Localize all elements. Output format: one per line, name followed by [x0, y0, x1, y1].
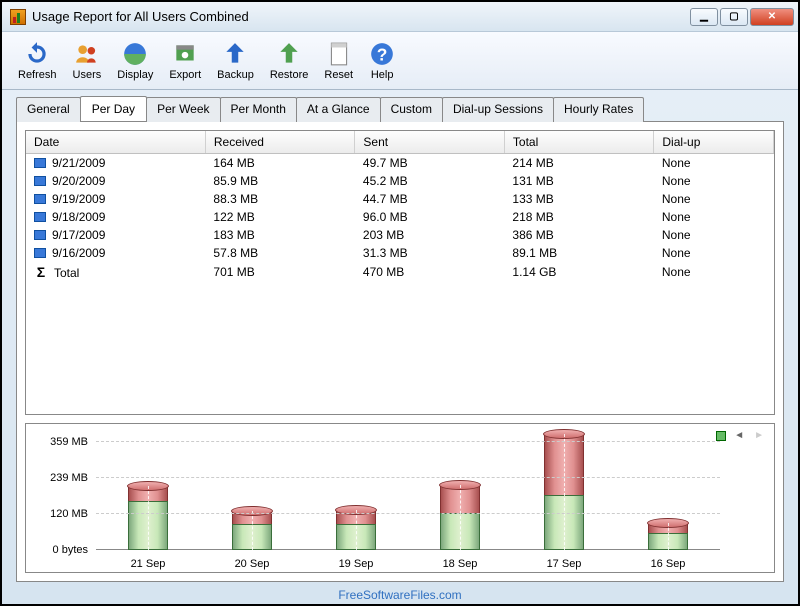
- chart-bars: [96, 430, 720, 550]
- tab-hourly-rates[interactable]: Hourly Rates: [553, 97, 644, 122]
- export-icon: [172, 41, 198, 67]
- tab-per-day[interactable]: Per Day: [80, 96, 147, 121]
- table-row[interactable]: 9/18/2009122 MB96.0 MB218 MBNone: [26, 208, 774, 226]
- table-row[interactable]: 9/16/200957.8 MB31.3 MB89.1 MBNone: [26, 244, 774, 262]
- bar[interactable]: [200, 430, 304, 550]
- table-row[interactable]: 9/17/2009183 MB203 MB386 MBNone: [26, 226, 774, 244]
- window-controls: ▁ ▢ ✕: [690, 8, 794, 26]
- table-row[interactable]: 9/21/2009164 MB49.7 MB214 MBNone: [26, 154, 774, 173]
- reset-label: Reset: [324, 69, 353, 81]
- watermark: FreeSoftwareFiles.com: [2, 586, 798, 604]
- row-icon: [34, 230, 46, 240]
- backup-label: Backup: [217, 69, 254, 81]
- col-total[interactable]: Total: [504, 131, 654, 154]
- x-tick-label: 19 Sep: [304, 558, 408, 570]
- col-received[interactable]: Received: [205, 131, 355, 154]
- x-tick-label: 17 Sep: [512, 558, 616, 570]
- table-row[interactable]: 9/19/200988.3 MB44.7 MB133 MBNone: [26, 190, 774, 208]
- x-tick-label: 21 Sep: [96, 558, 200, 570]
- users-label: Users: [73, 69, 102, 81]
- col-dial-up[interactable]: Dial-up: [654, 131, 774, 154]
- x-tick-label: 20 Sep: [200, 558, 304, 570]
- bar[interactable]: [304, 430, 408, 550]
- refresh-icon: [24, 41, 50, 67]
- help-icon: ?: [369, 41, 395, 67]
- row-icon: [34, 212, 46, 222]
- help-label: Help: [371, 69, 394, 81]
- toolbar: Refresh Users Display Export Backup Rest…: [2, 32, 798, 90]
- users-icon: [74, 41, 100, 67]
- close-button[interactable]: ✕: [750, 8, 794, 26]
- x-axis-labels: 21 Sep20 Sep19 Sep18 Sep17 Sep16 Sep: [96, 558, 720, 570]
- bar[interactable]: [408, 430, 512, 550]
- tab-panel: Date Received Sent Total Dial-up 9/21/20…: [16, 121, 784, 582]
- gridline: [96, 477, 720, 478]
- refresh-button[interactable]: Refresh: [10, 39, 65, 83]
- help-button[interactable]: ? Help: [361, 39, 403, 83]
- table-total-row[interactable]: ΣTotal701 MB470 MB1.14 GBNone: [26, 262, 774, 282]
- reset-icon: [326, 41, 352, 67]
- export-button[interactable]: Export: [161, 39, 209, 83]
- titlebar: Usage Report for All Users Combined ▁ ▢ …: [2, 2, 798, 32]
- backup-icon: [222, 41, 248, 67]
- restore-icon: [276, 41, 302, 67]
- chart-plot-area: 0 bytes120 MB239 MB359 MB 21 Sep20 Sep19…: [96, 430, 720, 550]
- restore-label: Restore: [270, 69, 309, 81]
- maximize-button[interactable]: ▢: [720, 8, 748, 26]
- row-icon: [34, 158, 46, 168]
- display-icon: [122, 41, 148, 67]
- users-button[interactable]: Users: [65, 39, 110, 83]
- reset-button[interactable]: Reset: [316, 39, 361, 83]
- refresh-label: Refresh: [18, 69, 57, 81]
- data-table-wrap: Date Received Sent Total Dial-up 9/21/20…: [25, 130, 775, 415]
- chart: ◄ ► 0 bytes120 MB239 MB359 MB 21 Sep20 S…: [25, 423, 775, 573]
- svg-text:?: ?: [377, 44, 388, 64]
- export-label: Export: [169, 69, 201, 81]
- display-label: Display: [117, 69, 153, 81]
- chart-next-button[interactable]: ►: [752, 430, 766, 441]
- gridline: [96, 441, 720, 442]
- app-icon: [10, 9, 26, 25]
- tab-per-week[interactable]: Per Week: [146, 97, 220, 122]
- minimize-button[interactable]: ▁: [690, 8, 718, 26]
- y-tick-label: 120 MB: [50, 508, 88, 520]
- window: Usage Report for All Users Combined ▁ ▢ …: [2, 2, 798, 604]
- backup-button[interactable]: Backup: [209, 39, 262, 83]
- tab-per-month[interactable]: Per Month: [220, 97, 297, 122]
- restore-button[interactable]: Restore: [262, 39, 317, 83]
- col-sent[interactable]: Sent: [355, 131, 505, 154]
- y-tick-label: 239 MB: [50, 472, 88, 484]
- x-tick-label: 18 Sep: [408, 558, 512, 570]
- tab-general[interactable]: General: [16, 97, 81, 122]
- y-axis: 0 bytes120 MB239 MB359 MB: [34, 430, 92, 550]
- tab-strip: General Per Day Per Week Per Month At a …: [16, 97, 784, 122]
- data-table: Date Received Sent Total Dial-up 9/21/20…: [26, 131, 774, 282]
- y-tick-label: 0 bytes: [53, 544, 88, 556]
- col-date[interactable]: Date: [26, 131, 205, 154]
- row-icon: [34, 248, 46, 258]
- display-button[interactable]: Display: [109, 39, 161, 83]
- content-area: General Per Day Per Week Per Month At a …: [2, 90, 798, 586]
- chart-controls: ◄ ►: [716, 430, 766, 441]
- row-icon: [34, 176, 46, 186]
- gridline: [96, 513, 720, 514]
- bar[interactable]: [616, 430, 720, 550]
- row-icon: [34, 194, 46, 204]
- bar[interactable]: [96, 430, 200, 550]
- tab-dial-up-sessions[interactable]: Dial-up Sessions: [442, 97, 554, 122]
- tab-at-a-glance[interactable]: At a Glance: [296, 97, 381, 122]
- sigma-icon: Σ: [34, 264, 48, 280]
- chart-prev-button[interactable]: ◄: [732, 430, 746, 441]
- x-tick-label: 16 Sep: [616, 558, 720, 570]
- table-row[interactable]: 9/20/200985.9 MB45.2 MB131 MBNone: [26, 172, 774, 190]
- window-title: Usage Report for All Users Combined: [32, 9, 690, 24]
- tab-custom[interactable]: Custom: [380, 97, 443, 122]
- y-tick-label: 359 MB: [50, 436, 88, 448]
- bar[interactable]: [512, 430, 616, 550]
